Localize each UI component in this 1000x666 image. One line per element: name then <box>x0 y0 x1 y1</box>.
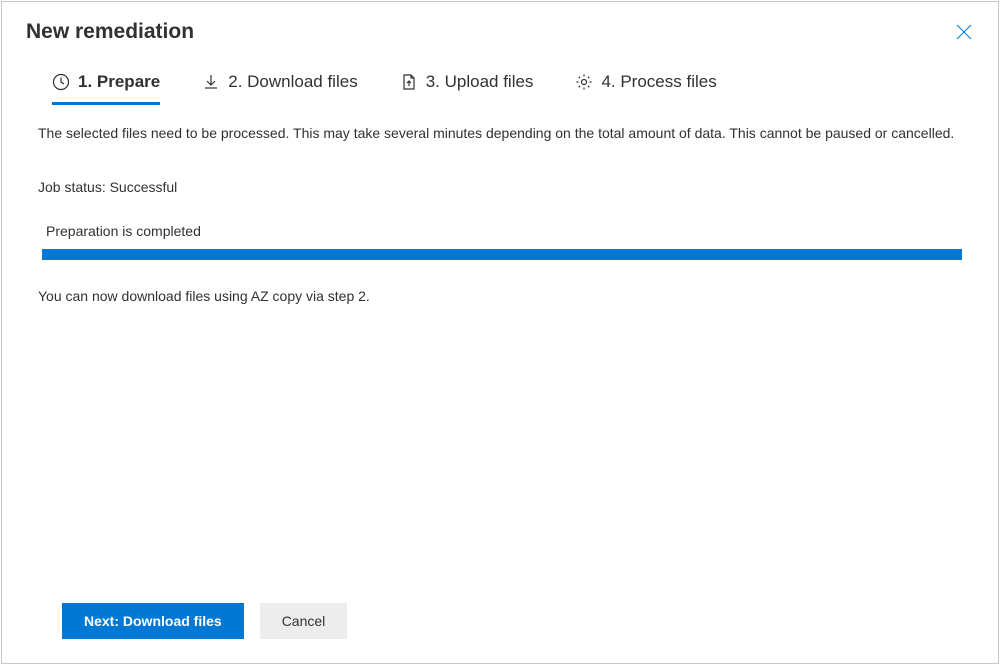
cancel-button[interactable]: Cancel <box>260 603 348 639</box>
download-icon <box>202 73 220 91</box>
tab-label: 3. Upload files <box>426 72 534 92</box>
progress-label: Preparation is completed <box>38 223 962 239</box>
dialog-header: New remediation <box>2 2 998 54</box>
tab-label: 4. Process files <box>601 72 716 92</box>
description-text: The selected files need to be processed.… <box>38 123 958 143</box>
file-upload-icon <box>400 73 418 91</box>
dialog-title: New remediation <box>26 20 194 44</box>
remediation-dialog: New remediation 1. Prepare <box>1 1 999 664</box>
progress-bar <box>42 249 962 260</box>
close-button[interactable] <box>954 22 974 42</box>
close-icon <box>956 24 972 40</box>
tab-upload-files[interactable]: 3. Upload files <box>400 72 534 105</box>
tab-label: 1. Prepare <box>78 72 160 92</box>
tab-download-files[interactable]: 2. Download files <box>202 72 357 105</box>
progress-section: Preparation is completed <box>38 223 962 260</box>
job-status: Job status: Successful <box>38 179 962 195</box>
next-step-hint: You can now download files using AZ copy… <box>38 288 962 304</box>
gear-icon <box>575 73 593 91</box>
job-status-label: Job status: <box>38 179 106 195</box>
dialog-footer: Next: Download files Cancel <box>2 603 998 663</box>
tab-prepare[interactable]: 1. Prepare <box>52 72 160 105</box>
job-status-value: Successful <box>110 179 178 195</box>
clock-icon <box>52 73 70 91</box>
tab-process-files[interactable]: 4. Process files <box>575 72 716 105</box>
content-area: The selected files need to be processed.… <box>2 105 998 603</box>
wizard-tabs: 1. Prepare 2. Download files 3. Upload <box>2 54 998 105</box>
tab-label: 2. Download files <box>228 72 357 92</box>
next-button[interactable]: Next: Download files <box>62 603 244 639</box>
